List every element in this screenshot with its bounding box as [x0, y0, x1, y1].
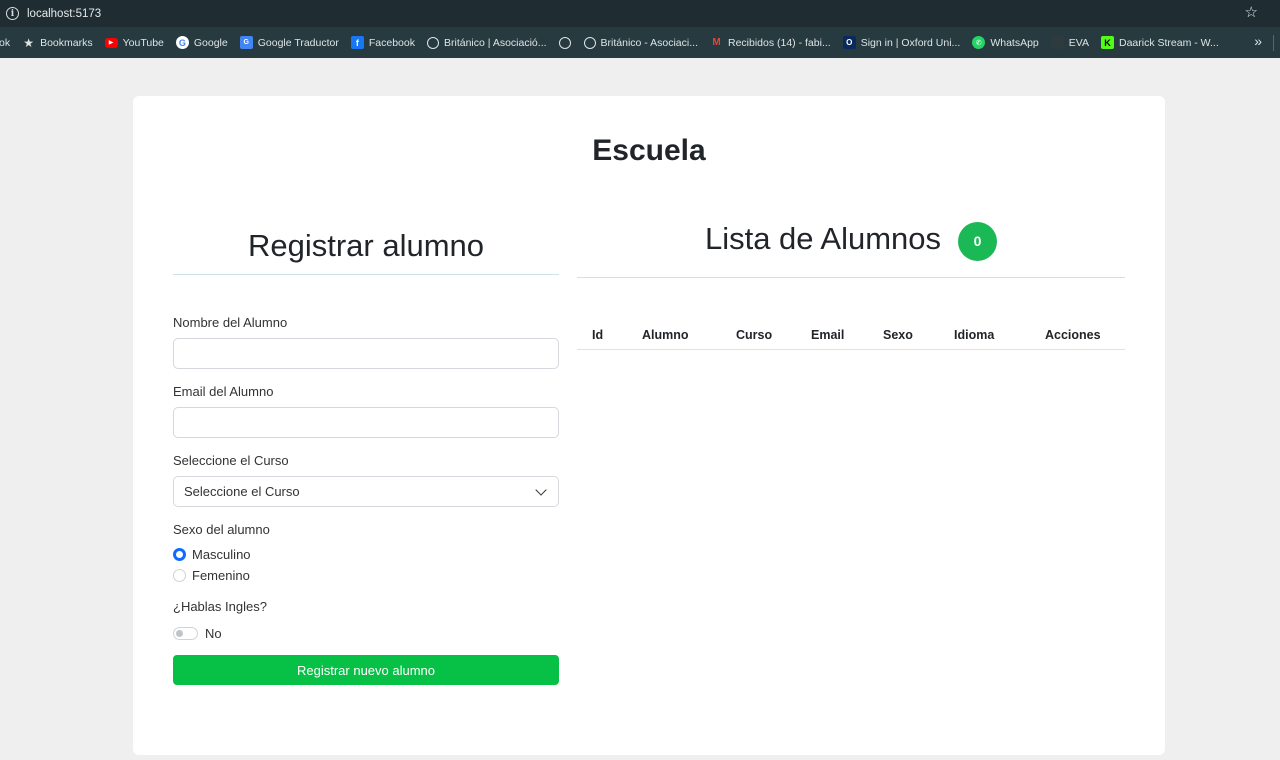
bookmark-item-oxford[interactable]: O Sign in | Oxford Uni... [842, 36, 961, 49]
column-header-sexo: Sexo [883, 328, 913, 342]
bookmark-label: EVA [1068, 36, 1089, 49]
bookmark-item-facebook[interactable]: f Facebook [350, 36, 415, 49]
bookmark-label: Británico - Asociaci... [600, 36, 698, 49]
bookmark-item[interactable]: ok [0, 37, 10, 49]
english-toggle[interactable]: No [173, 623, 559, 643]
bookmark-item-google[interactable]: G Google [175, 36, 228, 49]
bookmark-label: Recibidos (14) - fabi... [727, 36, 831, 49]
bookmark-item-britanico-1[interactable]: Británico | Asociació... [427, 36, 547, 49]
browser-address-bar: i localhost:5173 ☆ [0, 0, 1280, 27]
bookmarks-bar: ok ★ Bookmarks ▶ YouTube G Google G Goog… [0, 27, 1280, 58]
chevron-down-icon [535, 483, 547, 496]
bookmark-star-icon[interactable]: ☆ [1245, 4, 1258, 22]
bookmark-label: Google Traductor [257, 36, 339, 49]
name-input[interactable] [173, 338, 559, 369]
more-bookmarks-icon[interactable]: » [1254, 33, 1262, 49]
bookmark-label: Bookmarks [40, 36, 93, 49]
course-selected-value: Seleccione el Curso [184, 484, 300, 499]
submit-button[interactable]: Registrar nuevo alumno [173, 655, 559, 685]
radio-button[interactable] [173, 568, 186, 582]
column-header-email: Email [811, 328, 845, 342]
radio-masculino[interactable]: Masculino [173, 544, 559, 564]
column-header-acciones: Acciones [1045, 328, 1101, 342]
column-header-curso: Curso [736, 328, 773, 342]
course-select[interactable]: Seleccione el Curso [173, 476, 559, 507]
register-form: Nombre del Alumno Email del Alumno Selec… [173, 315, 559, 685]
count-badge: 0 [958, 221, 998, 261]
bookmark-item-youtube[interactable]: ▶ YouTube [104, 36, 164, 49]
main-card: Escuela Registrar alumno Nombre del Alum… [133, 96, 1165, 755]
facebook-icon: f [350, 36, 364, 49]
radio-femenino[interactable]: Femenino [173, 565, 559, 585]
column-header-alumno: Alumno [642, 328, 689, 342]
bookmark-item-gmail[interactable]: M Recibidos (14) - fabi... [710, 36, 831, 49]
bookmark-item-britanico-2[interactable]: Británico - Asociaci... [583, 36, 698, 49]
divider [577, 277, 1125, 278]
list-section: Lista de Alumnos 0 Id Alumno Curso Email… [577, 218, 1125, 350]
google-icon: G [175, 36, 189, 49]
bookmark-item-globe[interactable] [558, 36, 576, 49]
youtube-icon: ▶ [104, 37, 118, 48]
list-heading: Lista de Alumnos [704, 221, 942, 256]
list-header: Lista de Alumnos 0 [577, 218, 1125, 261]
url-text[interactable]: localhost:5173 [27, 8, 101, 20]
eva-icon [1050, 36, 1064, 49]
bookmark-label: Google [193, 36, 228, 49]
radio-label: Masculino [192, 546, 251, 562]
course-label: Seleccione el Curso [173, 453, 289, 468]
bookmark-item-whatsapp[interactable]: ✆ WhatsApp [972, 36, 1039, 49]
register-section: Registrar alumno [173, 226, 559, 275]
site-info-icon[interactable]: i [6, 7, 19, 20]
globe-icon [558, 36, 571, 49]
bookmark-label: ok [0, 36, 11, 49]
column-header-id: Id [592, 328, 604, 342]
email-input[interactable] [173, 407, 559, 438]
bookmark-label: Facebook [368, 36, 415, 49]
globe-icon [427, 36, 439, 49]
register-heading: Registrar alumno [247, 228, 485, 263]
bookmark-label: YouTube [122, 36, 164, 49]
bookmark-item-eva[interactable]: EVA [1050, 36, 1089, 49]
toggle-switch[interactable] [173, 626, 198, 640]
email-label: Email del Alumno [173, 384, 274, 399]
oxford-icon: O [842, 36, 856, 49]
whatsapp-icon: ✆ [972, 36, 986, 49]
name-label: Nombre del Alumno [173, 315, 288, 330]
bookmark-label: Sign in | Oxford Uni... [860, 36, 961, 49]
toggle-label: No [205, 625, 222, 641]
globe-icon [583, 36, 596, 49]
table-header: Id Alumno Curso Email Sexo Idioma Accion… [577, 324, 1125, 350]
bookmarks-divider [1273, 35, 1274, 51]
page-title: Escuela [592, 134, 706, 167]
bookmark-label: Daarick Stream - W... [1119, 36, 1219, 49]
radio-label: Femenino [192, 567, 250, 583]
google-translate-icon: G [239, 36, 253, 49]
gmail-icon: M [712, 37, 721, 48]
divider [173, 274, 559, 275]
toggle-knob [176, 629, 183, 637]
kick-icon: K [1101, 36, 1114, 49]
bookmark-item-kick[interactable]: K Daarick Stream - W... [1101, 36, 1219, 49]
bookmark-label: Británico | Asociació... [444, 36, 547, 49]
english-label: ¿Hablas Ingles? [173, 599, 267, 614]
star-icon: ★ [23, 35, 34, 50]
bookmark-item-bookmarks[interactable]: ★ Bookmarks [22, 35, 93, 50]
bookmark-label: WhatsApp [990, 36, 1039, 49]
sex-label: Sexo del alumno [173, 522, 270, 537]
bookmark-item-google-traductor[interactable]: G Google Traductor [239, 36, 339, 49]
column-header-idioma: Idioma [954, 328, 995, 342]
radio-button-checked[interactable] [173, 547, 186, 561]
